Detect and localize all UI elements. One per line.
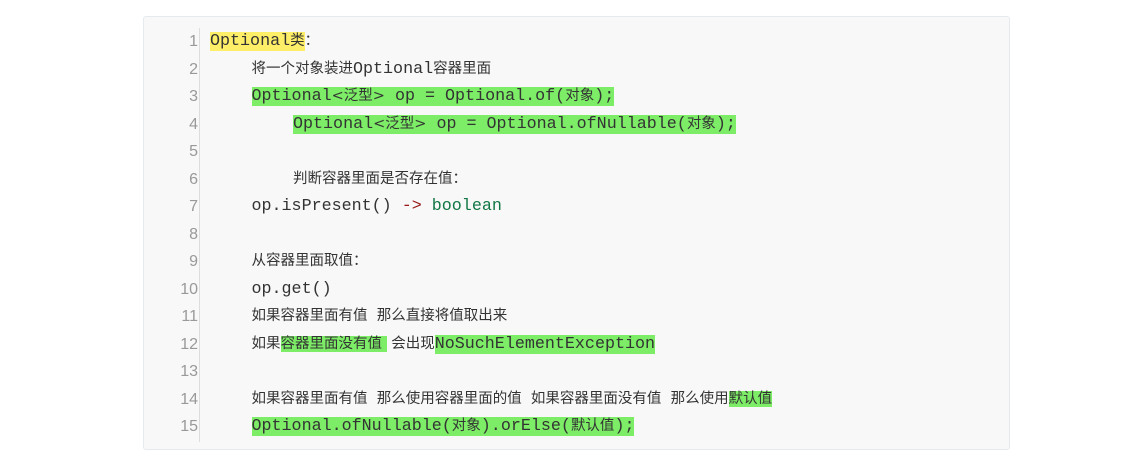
code-token: 对象: [451, 418, 481, 434]
code-token: 判断容器里面是否存在值：: [293, 170, 467, 187]
code-line-7: op.isPresent() -> boolean: [210, 193, 1009, 221]
highlighted-text: Optional<泛型> op = Optional.of(对象);: [251, 87, 615, 106]
line-number: 14: [180, 390, 198, 408]
code-block: 1 2 3 4 5 6 7 8 9 10 11 12 13 14 15 Opti…: [143, 16, 1010, 450]
line-number-gutter: 1 2 3 4 5 6 7 8 9 10 11 12 13 14 15: [144, 28, 198, 441]
line-number: 3: [189, 88, 198, 105]
gutter-divider: [199, 28, 200, 442]
code-line-9: 从容器里面取值：: [210, 248, 1009, 276]
code-token: 默认值: [570, 418, 615, 434]
line-number: 12: [180, 335, 198, 353]
code-line-6: 判断容器里面是否存在值：: [210, 166, 1009, 194]
line-number: 7: [189, 198, 198, 215]
code-token: 如果容器里面有值 那么直接将值取出来: [251, 308, 508, 324]
code-token: 对象: [565, 88, 595, 104]
highlighted-text: 默认值: [728, 390, 773, 407]
code-token: 如果: [251, 335, 281, 352]
type-keyword: boolean: [431, 197, 502, 216]
highlighted-text: Optional.ofNullable(对象).orElse(默认值);: [251, 417, 635, 436]
highlighted-text: 容器里面没有值: [280, 335, 387, 352]
code-token: op = Optional.ofNullable(: [426, 114, 687, 134]
code-area: Optional类： 将一个对象装进Optional容器里面 Optional<…: [210, 28, 1009, 441]
highlighted-text: Optional类: [210, 32, 305, 51]
code-token: Optional: [210, 32, 291, 51]
code-line-10: op.get(): [210, 276, 1009, 304]
line-number: 10: [180, 280, 198, 298]
line-number: 15: [180, 418, 198, 435]
line-number: 6: [189, 170, 198, 188]
highlighted-text: NoSuchElementException: [434, 334, 656, 354]
code-token: Optional: [353, 59, 434, 79]
code-line-1: Optional类：: [210, 28, 1009, 56]
code-line-11: 如果容器里面有值 那么直接将值取出来: [210, 303, 1009, 331]
code-line-12: 如果容器里面没有值 会出现NoSuchElementException: [210, 331, 1009, 359]
code-token: 容器里面: [433, 60, 492, 77]
code-token: op = Optional.of(: [384, 87, 566, 106]
code-token: op.get(): [251, 279, 332, 299]
code-token: 类: [290, 33, 305, 49]
code-token: ).orElse(: [480, 417, 571, 436]
code-token: Optional.ofNullable(: [251, 417, 452, 436]
line-number: 8: [189, 225, 198, 243]
code-token: 对象: [686, 115, 716, 132]
code-token: );: [715, 114, 736, 134]
code-token: Optional: [251, 87, 332, 106]
line-number: 1: [189, 33, 198, 50]
line-number: 2: [189, 60, 198, 78]
code-token: 如果容器里面有值 那么使用容器里面的值 如果容器里面没有值 那么使用: [251, 390, 729, 407]
code-line-3: Optional<泛型> op = Optional.of(对象);: [210, 83, 1009, 111]
code-token: 从容器里面取值：: [251, 253, 368, 269]
code-token: 会出现: [386, 335, 435, 352]
code-token: <泛型>: [373, 115, 427, 132]
code-line-2: 将一个对象装进Optional容器里面: [210, 56, 1009, 84]
line-number: 5: [189, 143, 198, 160]
code-token: op.isPresent(): [251, 197, 402, 216]
highlighted-text: Optional<泛型> op = Optional.ofNullable(对象…: [293, 114, 736, 134]
line-number: 4: [189, 115, 198, 133]
code-line-4: Optional<泛型> op = Optional.ofNullable(对象…: [210, 111, 1009, 139]
code-token: <泛型>: [331, 88, 385, 104]
code-token: Optional: [293, 114, 374, 134]
arrow-operator: ->: [401, 197, 422, 216]
code-token: );: [614, 417, 635, 436]
line-number: 9: [189, 253, 198, 270]
line-number: 11: [181, 308, 198, 325]
code-token: 将一个对象装进: [251, 60, 354, 77]
line-number: 13: [180, 363, 198, 380]
code-token: );: [594, 87, 615, 106]
code-line-14: 如果容器里面有值 那么使用容器里面的值 如果容器里面没有值 那么使用默认值: [210, 386, 1009, 414]
code-line-15: Optional.ofNullable(对象).orElse(默认值);: [210, 413, 1009, 441]
code-token: ：: [304, 33, 320, 49]
